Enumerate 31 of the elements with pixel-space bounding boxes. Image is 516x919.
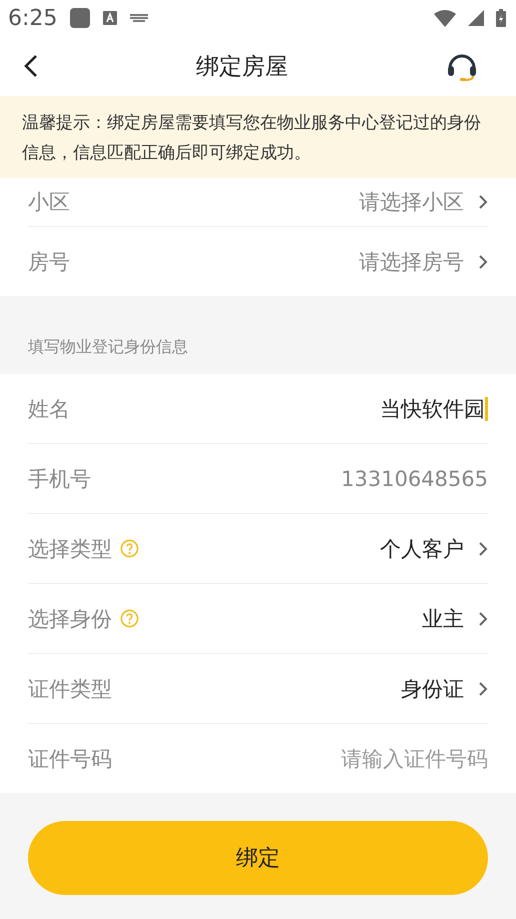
field-label: 证件类型 — [28, 676, 112, 702]
signal-icon — [468, 10, 484, 26]
app-notification-icon — [69, 7, 92, 29]
keyboard-icon — [129, 13, 150, 23]
field-label: 房号 — [28, 248, 70, 276]
bind-button[interactable]: 绑定 — [28, 821, 488, 895]
keyboard-notification-icon — [103, 11, 118, 25]
chevron-icon — [478, 254, 488, 270]
input-field[interactable]: 请输入证件号码 — [120, 746, 488, 770]
field-label: 选择类型 — [28, 536, 112, 562]
chevron-icon — [478, 540, 488, 556]
input-field[interactable]: 当快软件园 — [78, 396, 488, 420]
chevron-icon — [478, 194, 488, 210]
field-label: 选择身份 — [28, 606, 112, 632]
notice-banner: 温馨提示：绑定房屋需要填写您在物业服务中心登记过的身份信息，信息匹配正确后即可绑定成功。 — [0, 96, 516, 178]
field-label: 证件号码 — [28, 746, 112, 772]
section-header: 填写物业登记身份信息 — [28, 337, 188, 358]
select-field[interactable]: 请选择小区 — [359, 188, 464, 216]
wifi-icon — [434, 10, 456, 26]
battery-icon — [496, 9, 506, 27]
status-time: 6:25 — [8, 6, 58, 30]
field-label: 小区 — [28, 189, 70, 216]
chevron-icon — [478, 680, 488, 696]
field-label: 手机号 — [28, 466, 91, 492]
select-field[interactable]: 请选择房号 — [359, 248, 464, 276]
select-field[interactable]: 个人客户 — [380, 534, 464, 562]
field-label: 姓名 — [28, 396, 70, 422]
chevron-icon — [478, 610, 488, 626]
select-field[interactable]: 业主 — [422, 604, 464, 632]
page-title: 绑定房屋 — [196, 52, 288, 82]
select-field[interactable]: 身份证 — [401, 674, 464, 702]
